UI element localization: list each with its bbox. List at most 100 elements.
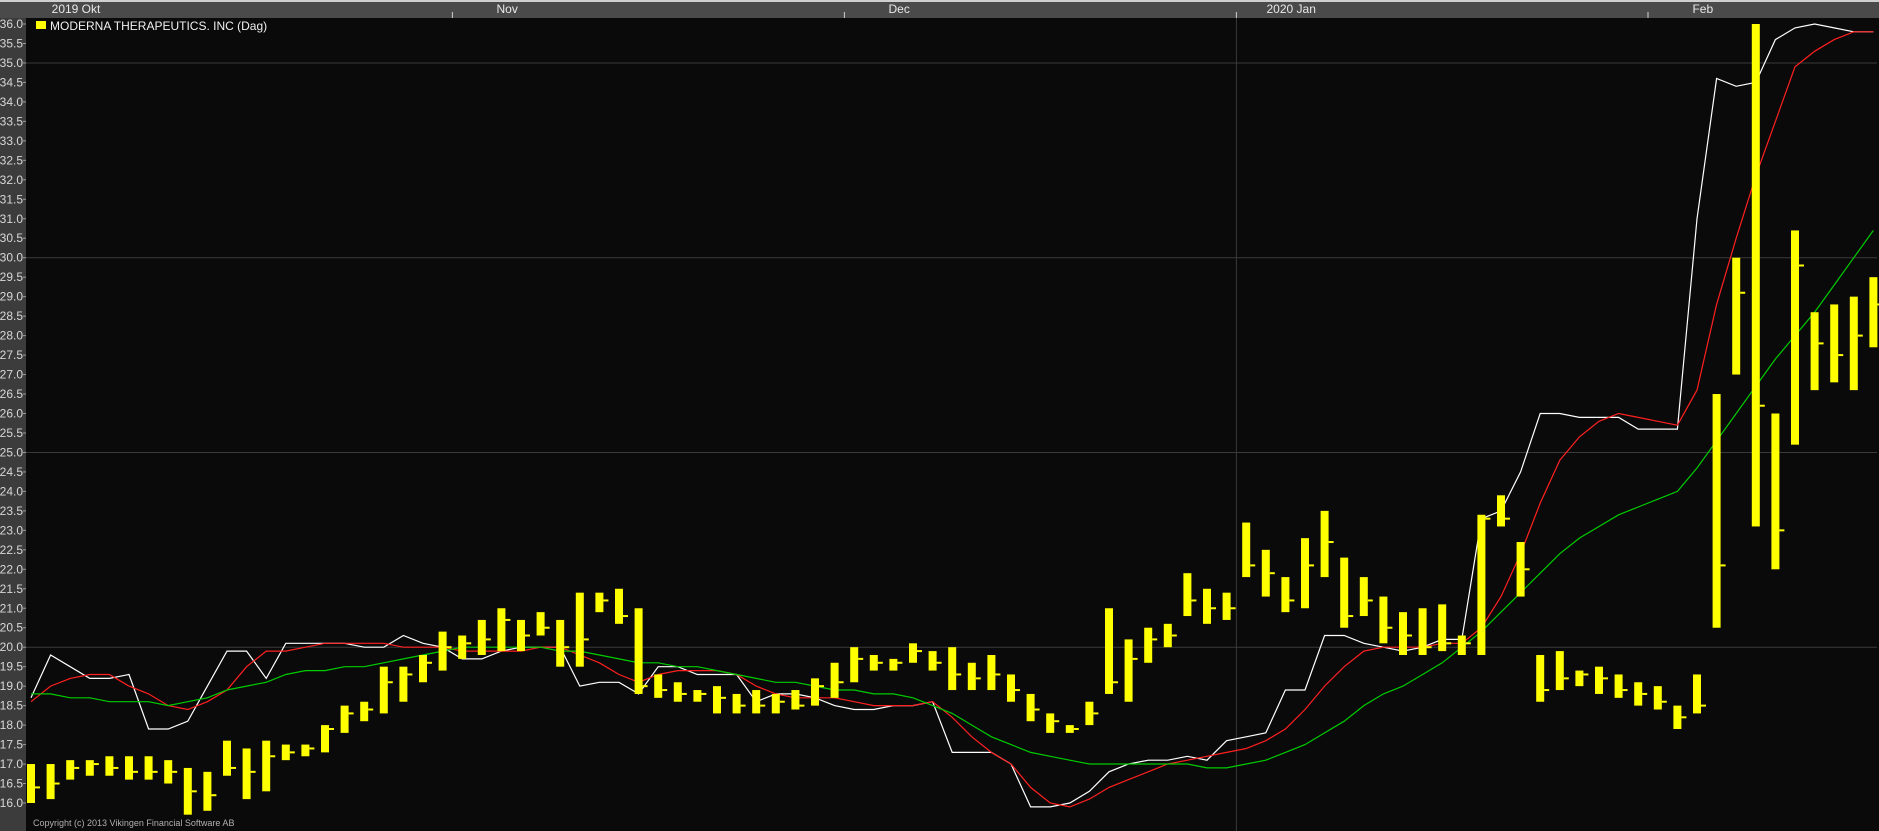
price-bar bbox=[615, 588, 623, 624]
price-bar bbox=[1595, 666, 1603, 694]
price-bar bbox=[183, 767, 192, 815]
y-tick-label: 29.0 bbox=[0, 290, 23, 304]
price-bar bbox=[1673, 705, 1682, 729]
y-tick-label: 22.0 bbox=[0, 562, 23, 576]
stock-chart: 16.0 16.5 17.0 17.5 18.0 18.5 19.0 19.5 20.0 20.5… bbox=[0, 0, 1879, 831]
price-bar bbox=[399, 666, 408, 702]
price-bar bbox=[1418, 608, 1427, 655]
y-tick-label: 26.5 bbox=[0, 387, 23, 401]
price-bar bbox=[1242, 522, 1251, 578]
price-bar bbox=[27, 764, 35, 803]
price-bar bbox=[242, 748, 251, 800]
price-bar bbox=[536, 612, 545, 636]
price-bar bbox=[771, 693, 780, 714]
price-bar bbox=[1340, 557, 1349, 628]
price-bar bbox=[1712, 394, 1721, 628]
y-tick-label: 26.0 bbox=[0, 407, 23, 421]
y-tick-label: 33.0 bbox=[0, 134, 23, 148]
price-bar bbox=[301, 744, 310, 757]
price-bar bbox=[46, 764, 55, 800]
price-bar bbox=[987, 654, 996, 691]
price-bar bbox=[477, 619, 486, 655]
price-bar bbox=[1105, 608, 1113, 694]
price-bar bbox=[1497, 495, 1505, 527]
price-bar bbox=[575, 592, 584, 667]
price-bar bbox=[105, 756, 114, 776]
price-bar bbox=[713, 686, 721, 714]
price-bar bbox=[1457, 635, 1466, 655]
price-bar bbox=[517, 619, 525, 652]
y-tick-label: 16.0 bbox=[0, 796, 23, 810]
price-bar bbox=[1869, 277, 1878, 348]
price-bar bbox=[1693, 674, 1701, 714]
price-bar bbox=[340, 705, 349, 733]
price-bar bbox=[1575, 670, 1584, 687]
y-tick-label: 23.5 bbox=[0, 504, 23, 518]
price-bar bbox=[673, 682, 682, 702]
price-bar bbox=[419, 654, 427, 683]
price-bar bbox=[321, 725, 329, 753]
price-bar bbox=[1732, 257, 1741, 375]
price-bar bbox=[595, 592, 604, 613]
price-bar bbox=[1144, 627, 1153, 663]
price-bar bbox=[556, 619, 565, 667]
price-bar bbox=[360, 701, 369, 722]
price-bar bbox=[1026, 693, 1035, 722]
price-bar bbox=[1379, 596, 1388, 644]
price-bar bbox=[1359, 577, 1368, 617]
price-bar bbox=[458, 635, 467, 659]
price-bar bbox=[1653, 686, 1662, 710]
price-bar bbox=[811, 678, 819, 706]
price-bar bbox=[1516, 542, 1525, 597]
y-tick-label: 25.0 bbox=[0, 445, 23, 459]
y-tick-label: 32.5 bbox=[0, 153, 23, 167]
month-header-bar bbox=[0, 0, 1879, 18]
price-bar bbox=[497, 608, 506, 652]
price-bar bbox=[1085, 701, 1094, 726]
price-bar bbox=[1849, 296, 1858, 391]
y-tick-label: 36.0 bbox=[0, 17, 23, 31]
y-tick-label: 19.5 bbox=[0, 660, 23, 674]
y-tick-label: 18.5 bbox=[0, 699, 23, 713]
y-tick-label: 21.0 bbox=[0, 601, 23, 615]
y-tick-label: 20.0 bbox=[0, 640, 23, 654]
y-tick-label: 34.0 bbox=[0, 95, 23, 109]
price-bar bbox=[634, 608, 643, 694]
price-bar bbox=[654, 674, 663, 698]
y-tick-label: 31.5 bbox=[0, 192, 23, 206]
price-bar bbox=[752, 690, 761, 714]
price-bar bbox=[850, 647, 859, 683]
y-tick-label: 31.0 bbox=[0, 212, 23, 226]
price-bar bbox=[203, 771, 212, 811]
price-bar bbox=[1555, 651, 1564, 691]
price-bar bbox=[1065, 725, 1074, 733]
price-bar bbox=[791, 690, 800, 710]
price-bar bbox=[1124, 639, 1133, 702]
month-label: Feb bbox=[1692, 2, 1713, 16]
price-bar bbox=[66, 760, 75, 780]
y-tick-label: 33.5 bbox=[0, 114, 23, 128]
price-bar bbox=[1830, 304, 1839, 383]
y-tick-label: 35.5 bbox=[0, 36, 23, 50]
price-bar bbox=[85, 760, 94, 776]
price-bar bbox=[1399, 612, 1407, 655]
y-tick-label: 27.0 bbox=[0, 368, 23, 382]
month-label: Nov bbox=[497, 2, 518, 16]
price-bar bbox=[909, 643, 917, 663]
price-bar bbox=[732, 693, 741, 714]
y-tick-label: 21.5 bbox=[0, 582, 23, 596]
y-tick-label: 29.5 bbox=[0, 270, 23, 284]
y-tick-label: 32.0 bbox=[0, 173, 23, 187]
y-tick-label: 24.5 bbox=[0, 465, 23, 479]
y-tick-label: 28.0 bbox=[0, 329, 23, 343]
y-tick-label: 35.0 bbox=[0, 56, 23, 70]
y-tick-label: 28.5 bbox=[0, 309, 23, 323]
plot-area bbox=[26, 18, 1879, 831]
price-bar bbox=[1007, 674, 1015, 702]
y-tick-label: 24.0 bbox=[0, 484, 23, 498]
top-border bbox=[0, 0, 1879, 2]
y-tick-label: 22.5 bbox=[0, 543, 23, 557]
y-tick-label: 25.5 bbox=[0, 426, 23, 440]
price-bar bbox=[869, 654, 878, 671]
month-label: 2020 Jan bbox=[1267, 2, 1316, 16]
